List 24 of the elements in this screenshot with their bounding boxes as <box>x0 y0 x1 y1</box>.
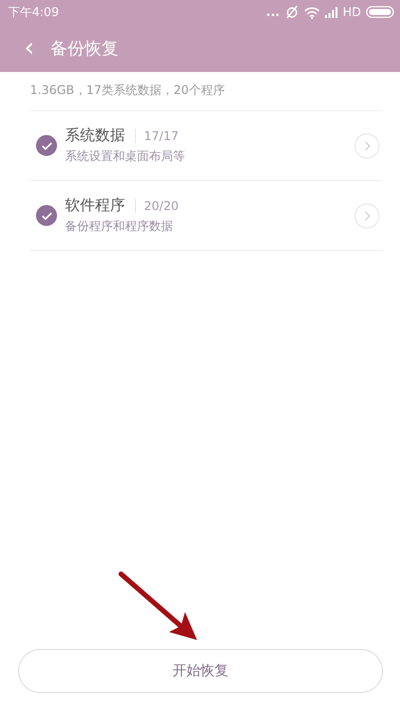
backup-item[interactable]: 软件程序 20/20 备份程序和程序数据 <box>30 181 382 251</box>
backup-item[interactable]: 系统数据 17/17 系统设置和桌面布局等 <box>30 111 382 181</box>
alarm-off-icon <box>284 5 299 19</box>
checkmark-icon <box>40 140 52 150</box>
battery-icon <box>366 6 394 18</box>
backup-summary: 1.36GB，17类系统数据，20个程序 <box>29 82 226 98</box>
chevron-right-icon <box>354 132 380 158</box>
item-count: 20/20 <box>135 198 179 212</box>
item-title: 软件程序 <box>65 196 125 215</box>
item-description: 系统设置和桌面布局等 <box>65 148 186 165</box>
checkbox[interactable] <box>36 205 57 226</box>
checkbox[interactable] <box>36 135 57 156</box>
start-restore-button[interactable]: 开始恢复 <box>18 649 383 693</box>
status-time: 下午4:09 <box>8 4 59 20</box>
signal-icon <box>324 6 338 18</box>
item-title: 系统数据 <box>65 126 125 145</box>
network-label: HD <box>342 5 361 19</box>
notification-dots: ... <box>266 5 280 19</box>
checkmark-icon <box>40 210 52 220</box>
page-title: 备份恢复 <box>50 38 118 60</box>
item-description: 备份程序和程序数据 <box>65 218 174 235</box>
wifi-icon <box>304 6 320 18</box>
chevron-right-icon <box>354 202 380 228</box>
item-count: 17/17 <box>135 128 179 142</box>
